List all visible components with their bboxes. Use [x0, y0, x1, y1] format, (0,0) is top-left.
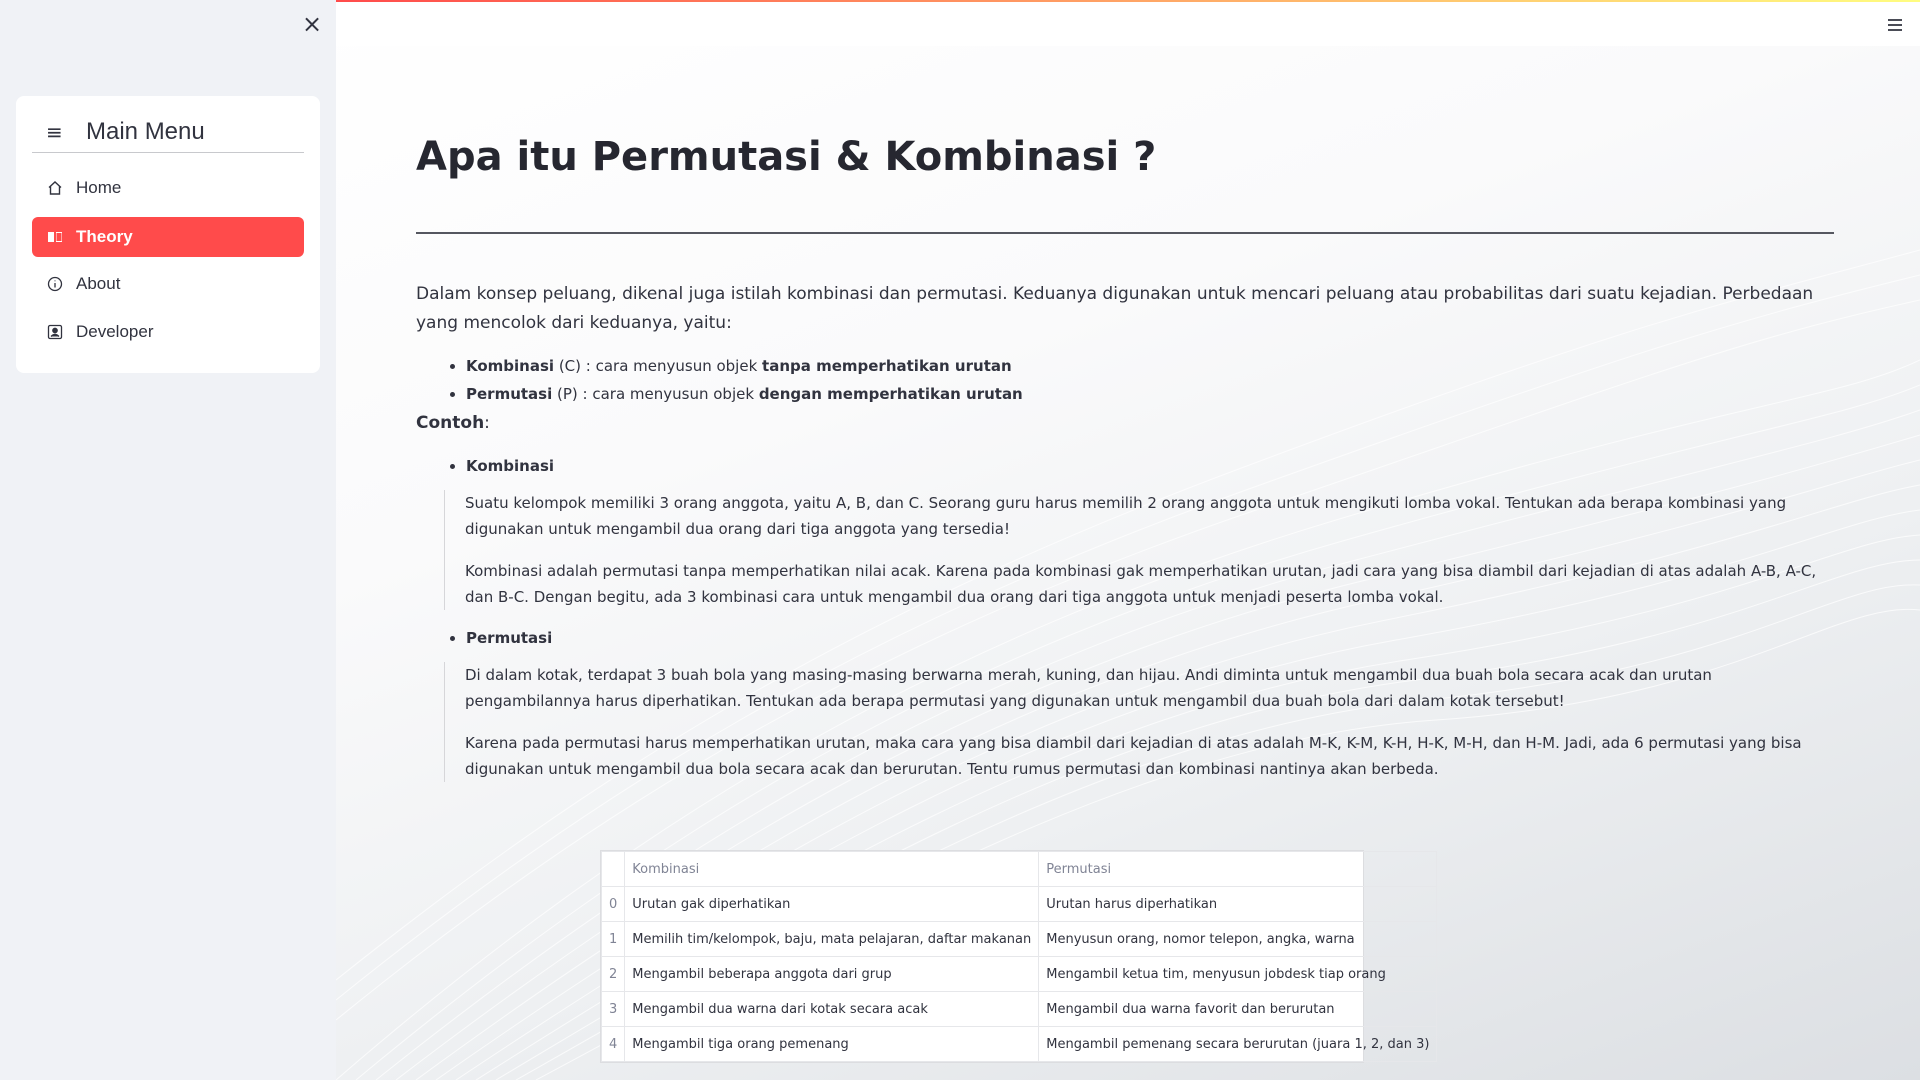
page-title: Apa itu Permutasi & Kombinasi ? — [416, 134, 1157, 180]
comparison-dataframe[interactable]: Kombinasi Permutasi 0 Urutan gak diperha… — [600, 850, 1438, 1063]
example-paragraph: Kombinasi adalah permutasi tanpa memperh… — [465, 562, 1817, 606]
table-row: 3 Mengambil dua warna dari kotak secara … — [600, 991, 1438, 1027]
column-header-permutasi[interactable]: Permutasi — [1038, 851, 1438, 887]
app-header — [336, 2, 1920, 46]
list-icon: ≡ — [46, 120, 63, 144]
example-paragraph: Suatu kelompok memiliki 3 orang anggota,… — [465, 494, 1787, 538]
row-index: 4 — [600, 1026, 626, 1062]
table-cell[interactable]: Mengambil tiga orang pemenang — [624, 1026, 1040, 1062]
main-menu-card: ≡ Main Menu Home Theory About Developer — [16, 96, 320, 373]
table-cell[interactable]: Urutan gak diperhatikan — [624, 886, 1040, 922]
table-cell[interactable]: Urutan harus diperhatikan — [1038, 886, 1438, 922]
row-index: 0 — [600, 886, 626, 922]
definition-item: Kombinasi (C) : cara menyusun objek tanp… — [466, 352, 1834, 380]
intro-paragraph: Dalam konsep peluang, dikenal juga istil… — [416, 284, 1814, 333]
table-cell[interactable]: Mengambil dua warna dari kotak secara ac… — [624, 991, 1040, 1027]
title-divider — [416, 232, 1834, 234]
example-heading-kombinasi: Kombinasi — [466, 452, 1834, 480]
row-index: 3 — [600, 991, 626, 1027]
definition-text: (C) : cara menyusun objek — [554, 357, 763, 375]
example-heading: Permutasi — [416, 624, 1834, 652]
example-quote-kombinasi: Suatu kelompok memiliki 3 orang anggota,… — [444, 490, 1834, 610]
person-badge-icon — [46, 324, 64, 340]
theory-content: Apa itu Permutasi & Kombinasi ? Dalam ko… — [416, 120, 1834, 782]
example-label-colon: : — [484, 413, 490, 433]
comparison-table: Kombinasi Permutasi 0 Urutan gak diperha… — [600, 851, 1438, 1062]
row-index: 1 — [600, 921, 626, 957]
table-row: 1 Memilih tim/kelompok, baju, mata pelaj… — [600, 921, 1438, 957]
definitions-list: Kombinasi (C) : cara menyusun objek tanp… — [416, 352, 1834, 408]
sidebar-item-label: About — [76, 274, 121, 293]
table-row: 2 Mengambil beberapa anggota dari grup M… — [600, 956, 1438, 992]
example-quote-permutasi: Di dalam kotak, terdapat 3 buah bola yan… — [444, 662, 1834, 782]
example-paragraph: Karena pada permutasi harus memperhatika… — [465, 734, 1802, 778]
definition-text: (P) : cara menyusun objek — [552, 385, 759, 403]
definition-term: Kombinasi — [466, 357, 555, 375]
row-index: 2 — [600, 956, 626, 992]
table-header-row: Kombinasi Permutasi — [600, 851, 1438, 887]
info-icon — [46, 276, 64, 292]
sidebar-item-label: Developer — [76, 322, 154, 341]
sidebar-item-theory[interactable]: Theory — [32, 217, 304, 257]
table-cell[interactable]: Mengambil beberapa anggota dari grup — [624, 956, 1040, 992]
definition-item: Permutasi (P) : cara menyusun objek deng… — [466, 380, 1834, 408]
table-cell[interactable]: Mengambil ketua tim, menyusun jobdesk ti… — [1038, 956, 1438, 992]
example-paragraph: Di dalam kotak, terdapat 3 buah bola yan… — [465, 666, 1712, 710]
example-heading-permutasi: Permutasi — [466, 624, 1834, 652]
sidebar-item-about[interactable]: About — [32, 264, 304, 304]
menu-title: Main Menu — [86, 118, 205, 145]
column-header-kombinasi[interactable]: Kombinasi — [624, 851, 1040, 887]
sidebar: × ≡ Main Menu Home Theory About Develope… — [0, 0, 336, 1080]
definition-emphasis: tanpa memperhatikan urutan — [762, 357, 1012, 375]
table-row: 0 Urutan gak diperhatikan Urutan harus d… — [600, 886, 1438, 922]
house-icon — [46, 180, 64, 196]
example-label: Contoh: — [416, 408, 1834, 438]
table-row: 4 Mengambil tiga orang pemenang Mengambi… — [600, 1026, 1438, 1062]
sidebar-item-label: Theory — [76, 227, 133, 246]
table-cell[interactable]: Mengambil pemenang secara berurutan (jua… — [1038, 1026, 1438, 1062]
table-cell[interactable]: Menyusun orang, nomor telepon, angka, wa… — [1038, 921, 1438, 957]
menu-header: ≡ Main Menu — [32, 112, 304, 153]
definition-term: Permutasi — [466, 385, 553, 403]
sidebar-item-home[interactable]: Home — [32, 168, 304, 208]
sidebar-item-label: Home — [76, 178, 122, 197]
definition-emphasis: dengan memperhatikan urutan — [758, 385, 1023, 403]
main-content-area: Apa itu Permutasi & Kombinasi ? Dalam ko… — [336, 0, 1920, 1080]
sidebar-item-developer[interactable]: Developer — [32, 312, 304, 352]
hamburger-menu-icon[interactable] — [1884, 14, 1906, 36]
index-header — [600, 851, 626, 887]
table-cell[interactable]: Mengambil dua warna favorit dan beruruta… — [1038, 991, 1438, 1027]
example-heading: Kombinasi — [416, 452, 1834, 480]
close-sidebar-icon[interactable]: × — [300, 10, 324, 38]
book-icon — [46, 229, 64, 245]
table-cell[interactable]: Memilih tim/kelompok, baju, mata pelajar… — [624, 921, 1040, 957]
example-label-text: Contoh — [416, 413, 485, 433]
